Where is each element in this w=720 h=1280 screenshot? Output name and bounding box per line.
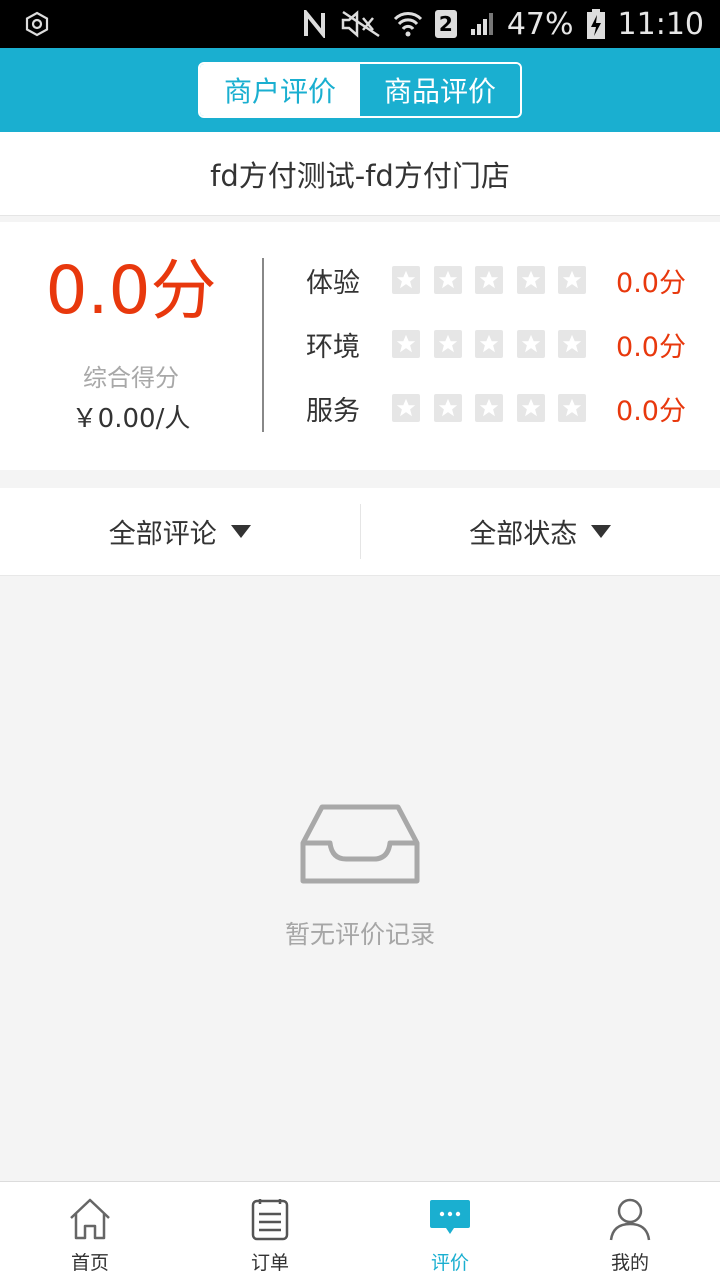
review-type-segment: 商户评价 商品评价: [198, 62, 522, 118]
score-panel: 0.0分 综合得分 ￥0.00/人 体验 0.0分 环境 0.0分 服务 0.0…: [0, 222, 720, 470]
caret-down-icon: [591, 525, 612, 538]
tab-home[interactable]: 首页: [0, 1182, 180, 1280]
overall-score-label: 综合得分: [83, 364, 179, 392]
filter-all-comments[interactable]: 全部评论: [0, 488, 360, 575]
star-rating: [392, 266, 586, 294]
tab-product-review[interactable]: 商品评价: [360, 64, 520, 116]
star-icon: [558, 266, 586, 294]
filter-all-status-label: 全部状态: [469, 519, 578, 550]
tab-reviews[interactable]: 评价: [360, 1182, 540, 1280]
star-icon: [558, 394, 586, 422]
rating-row-service: 服务 0.0分: [306, 388, 686, 428]
star-icon: [516, 266, 545, 294]
header: 商户评价 商品评价: [0, 48, 720, 132]
tab-orders[interactable]: 订单: [180, 1182, 360, 1280]
overall-score: 0.0分: [45, 252, 217, 329]
filter-bar: 全部评论 全部状态: [0, 488, 720, 576]
star-icon: [433, 266, 462, 294]
settings-hex-icon: [25, 11, 49, 37]
rating-row-experience: 体验 0.0分: [306, 260, 686, 300]
star-icon: [475, 266, 503, 294]
rating-value: 0.0分: [616, 331, 686, 363]
rating-name: 体验: [306, 267, 360, 299]
score-divider: [262, 258, 264, 432]
battery-percent: 47%: [506, 6, 574, 42]
home-icon: [70, 1198, 110, 1240]
signal-icon: [470, 13, 493, 35]
star-icon: [392, 330, 420, 358]
star-icon: [475, 394, 503, 422]
overall-score-block: 0.0分 综合得分 ￥0.00/人: [0, 222, 262, 470]
order-icon: [251, 1199, 289, 1241]
rating-name: 服务: [306, 395, 360, 427]
star-icon: [392, 394, 420, 422]
star-rating: [392, 330, 586, 358]
star-icon: [516, 330, 545, 358]
status-bar: 2 47% 11:10: [0, 0, 720, 48]
clock: 11:10: [617, 6, 704, 42]
star-icon: [558, 330, 586, 358]
nfc-icon: [303, 10, 325, 38]
empty-text: 暂无评价记录: [284, 920, 435, 949]
wifi-icon: [393, 12, 422, 37]
star-icon: [475, 330, 503, 358]
filter-all-status[interactable]: 全部状态: [361, 488, 720, 575]
status-icons: 2 47% 11:10: [303, 7, 704, 42]
tab-mine[interactable]: 我的: [540, 1182, 720, 1280]
star-icon: [433, 330, 462, 358]
star-icon: [516, 394, 545, 422]
star-rating: [392, 394, 586, 422]
empty-state: 暂无评价记录: [0, 577, 720, 1181]
mute-icon: [341, 10, 380, 38]
sim-badge: 2: [434, 10, 457, 38]
filter-all-comments-label: 全部评论: [108, 519, 217, 550]
rating-name: 环境: [306, 331, 360, 363]
per-person-price: ￥0.00/人: [71, 404, 191, 434]
star-icon: [433, 394, 462, 422]
tab-merchant-review[interactable]: 商户评价: [200, 64, 360, 116]
user-icon: [609, 1198, 651, 1241]
bottom-tab-bar: 首页 订单 评价 我的: [0, 1181, 720, 1280]
rating-value: 0.0分: [616, 267, 686, 299]
rating-row-environment: 环境 0.0分: [306, 324, 686, 364]
store-name: fd方付测试-fd方付门店: [0, 132, 720, 216]
empty-inbox-icon: [300, 804, 420, 884]
caret-down-icon: [230, 525, 251, 538]
battery-charging-icon: [586, 9, 605, 39]
tab-orders-label: 订单: [250, 1252, 289, 1274]
rating-value: 0.0分: [616, 395, 686, 427]
star-icon: [392, 266, 420, 294]
tab-home-label: 首页: [70, 1252, 109, 1274]
tab-reviews-label: 评价: [430, 1252, 469, 1274]
comment-icon: [430, 1200, 470, 1234]
tab-mine-label: 我的: [610, 1252, 649, 1274]
